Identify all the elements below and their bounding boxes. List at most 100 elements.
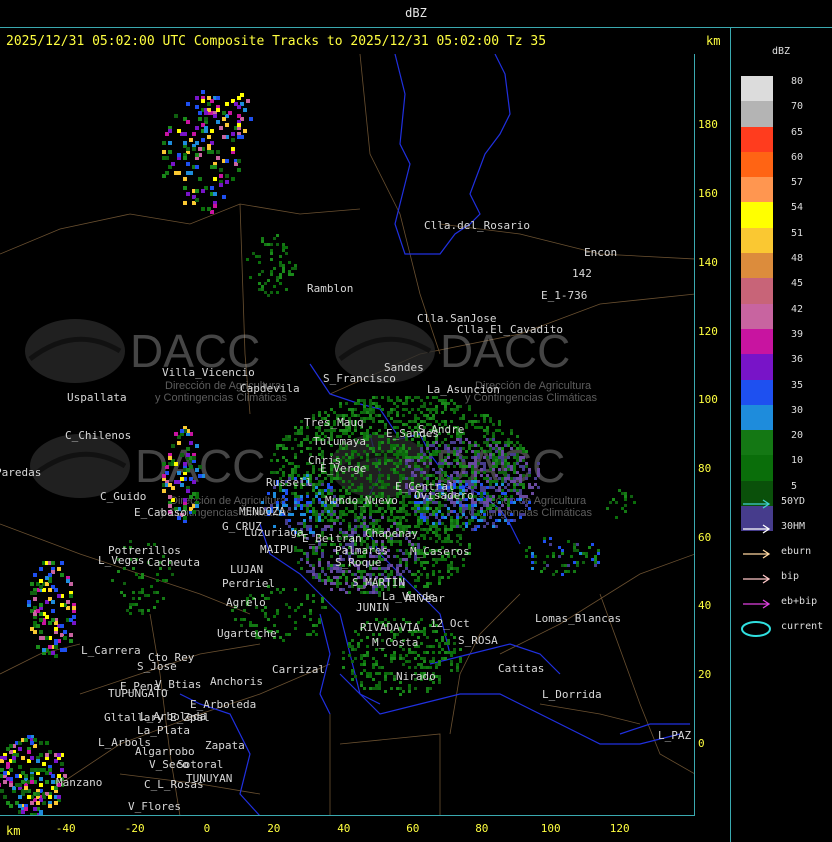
place-label: L_PAZ: [658, 729, 691, 742]
legend-value: 36: [791, 354, 804, 366]
place-label: Ramblon: [307, 282, 353, 295]
place-label: Tres_Mauq: [304, 416, 364, 429]
legend-value: 5: [791, 480, 798, 492]
legend-value: 60: [791, 151, 804, 163]
x-tick-label: 20: [267, 822, 281, 835]
legend-swatch: [741, 430, 773, 456]
legend-swatch: [741, 404, 773, 431]
y-tick-label: 140: [698, 256, 718, 269]
y-tick-label: 0: [698, 737, 705, 750]
place-label: M_Costa: [372, 636, 418, 649]
track-legend-label: 50YD: [781, 496, 806, 507]
y-tick-label: 180: [698, 118, 718, 131]
radar-map-canvas[interactable]: DACCDirección de Agriculturay Contingenc…: [0, 54, 695, 816]
legend-swatch: [741, 253, 773, 279]
y-tick-label: 100: [698, 393, 718, 406]
legend-value: 30: [791, 404, 804, 416]
legend-value: 20: [791, 430, 804, 442]
track-arrow-icon: [743, 574, 771, 584]
place-label: E_1-736: [541, 289, 587, 302]
x-tick-label: -40: [55, 822, 76, 835]
x-tick-label: 80: [475, 822, 489, 835]
place-label: Ugarteche: [217, 627, 277, 640]
window-title: dBZ: [405, 6, 427, 20]
x-tick-label: 0: [203, 822, 211, 835]
legend-swatch: [741, 328, 773, 355]
legend-swatch: [741, 227, 773, 254]
x-tick-label: -20: [124, 822, 145, 835]
place-label: L_Vegas: [98, 554, 144, 567]
x-tick-label: 120: [609, 822, 630, 835]
place-label: L_Carrera: [81, 644, 141, 657]
map-header: 2025/12/31 05:02:00 UTC Composite Tracks…: [0, 28, 730, 54]
legend-value: 48: [791, 253, 804, 265]
current-ellipse-icon: [741, 621, 771, 637]
place-label: M_Caseros: [410, 545, 470, 558]
y-axis-unit: km: [706, 34, 721, 48]
place-label: Manzano: [56, 776, 102, 789]
x-tick-label: 100: [540, 822, 561, 835]
legend-title: dBZ: [771, 46, 791, 57]
place-label: Alvear: [405, 592, 445, 605]
legend-swatch: [741, 354, 773, 380]
place-label: MAIPU: [260, 543, 293, 556]
place-label: S_Jose: [137, 660, 177, 673]
place-label: Tulumaya: [313, 435, 366, 448]
place-label: Russell: [266, 476, 312, 489]
place-label: Nirado: [396, 670, 436, 683]
place-label: S_Roque: [335, 556, 381, 569]
y-tick-label: 20: [698, 668, 712, 681]
track-legend-label: current: [781, 621, 824, 632]
legend-value: 57: [791, 177, 804, 189]
place-label: Carrizal: [272, 663, 325, 676]
track-arrow-icon: [743, 499, 771, 509]
legend-value: 51: [791, 227, 804, 239]
y-tick-label: 40: [698, 599, 712, 612]
place-label: Ovisadero: [414, 489, 474, 502]
place-label: E_Verge: [320, 462, 366, 475]
place-label: Uspallata: [67, 391, 127, 404]
place-label: Zapata: [205, 739, 245, 752]
legend-value: 65: [791, 126, 804, 138]
legend-panel: dBZ 80 70 65 60 57 54 51 48 45 42 39 36 35 30 20 10 5 50…: [730, 28, 832, 842]
place-label: Perdriel: [222, 577, 275, 590]
window-title-bar: dBZ: [0, 0, 832, 28]
place-label: Capdevila: [240, 382, 300, 395]
legend-value: 80: [791, 76, 804, 87]
legend-swatch: [741, 177, 773, 203]
place-label: Mundo_Nuevo: [325, 494, 398, 507]
place-label: C_Chilenos: [65, 429, 131, 442]
track-legend-label: 30HM: [781, 521, 806, 532]
place-label: C_Guido: [100, 490, 146, 503]
place-label: Algarrobo: [135, 745, 195, 758]
legend-swatch: [741, 455, 773, 481]
x-axis-unit: km: [6, 824, 21, 838]
place-label: L_Dorrida: [542, 688, 602, 701]
place-label: Villa_Vicencio: [162, 366, 255, 379]
legend-value: 42: [791, 303, 804, 315]
legend-swatch: [741, 126, 773, 152]
place-label: S_Andre: [418, 423, 464, 436]
legend-value: 39: [791, 328, 804, 340]
place-label: Cacheuta: [147, 556, 200, 569]
track-arrow-icon: [743, 599, 771, 609]
legend-value: 10: [791, 455, 804, 467]
place-label: S_ROSA: [458, 634, 498, 647]
legend-swatch: [741, 101, 773, 127]
y-tick-label: 160: [698, 187, 718, 200]
place-label: S_MARTIN: [352, 576, 405, 589]
place-label: Chapenay: [365, 527, 418, 540]
place-label: Sandes: [384, 361, 424, 374]
legend-value: 70: [791, 101, 804, 113]
place-label: V_Flores: [128, 800, 181, 813]
y-tick-label: 80: [698, 462, 712, 475]
y-tick-label: 120: [698, 325, 718, 338]
place-label: JUNIN: [356, 601, 389, 614]
radar-map[interactable]: DACC Dirección de Agricultura y Contingenc…: [0, 54, 695, 816]
legend-swatch: [741, 379, 773, 405]
legend-swatch: [741, 303, 773, 329]
legend-swatch: [741, 76, 773, 102]
place-label: 142: [572, 267, 592, 280]
legend-value: 54: [791, 202, 804, 214]
place-label: Lomas_Blancas: [535, 612, 621, 625]
